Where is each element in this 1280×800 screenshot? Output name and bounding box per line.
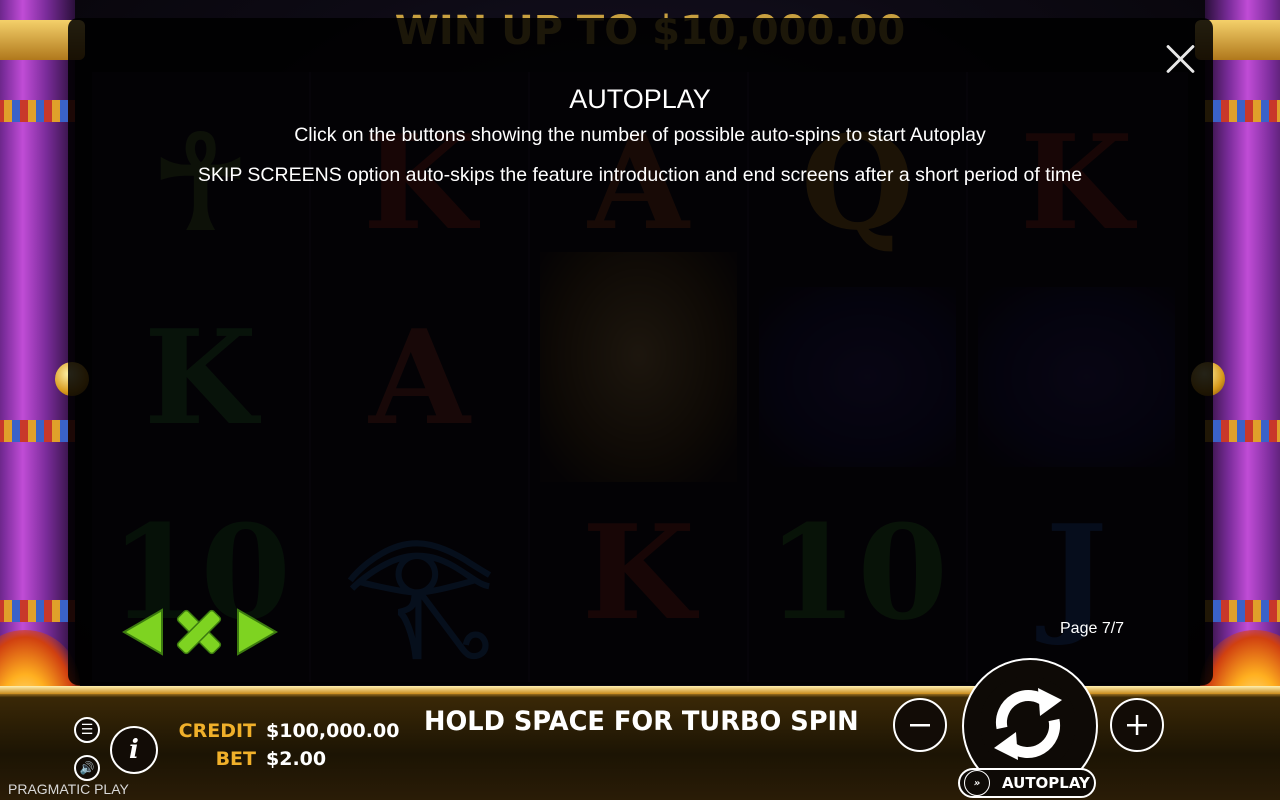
speaker-icon: 🔊 [79, 761, 95, 775]
brand-logo: PRAGMATIC PLAY [8, 781, 129, 797]
autoplay-label: AUTOPLAY [1002, 774, 1090, 792]
next-page-button[interactable] [236, 607, 280, 657]
left-arrow-icon [122, 608, 163, 656]
bet-label: BET [215, 748, 256, 770]
pillar-band [1205, 420, 1280, 442]
info-button[interactable]: i [110, 726, 158, 774]
spin-button[interactable] [980, 676, 1076, 772]
pillar-band [1205, 600, 1280, 622]
minus-icon [910, 724, 930, 727]
prev-page-button[interactable] [120, 607, 164, 657]
increase-bet-button[interactable] [1110, 698, 1164, 752]
help-title: AUTOPLAY [569, 84, 711, 114]
bet-value: $2.00 [266, 748, 327, 770]
pillar-band [0, 420, 75, 442]
spin-arrows-icon [994, 688, 1062, 760]
credit-value: $100,000.00 [266, 720, 400, 742]
turbo-spin-message: HOLD SPACE FOR TURBO SPIN [424, 706, 859, 737]
autoplay-icon: » [964, 770, 990, 796]
page-indicator: Page 7/7 [1060, 620, 1125, 637]
autoplay-button[interactable]: » AUTOPLAY [958, 768, 1096, 798]
help-text-line: Click on the buttons showing the number … [294, 124, 986, 146]
plus-icon [1127, 715, 1147, 735]
sound-button[interactable]: 🔊 [74, 755, 100, 781]
help-text-line: SKIP SCREENS option auto-skips the featu… [197, 164, 1083, 186]
menu-icon: ☰ [80, 722, 94, 738]
x-icon [176, 609, 222, 655]
menu-button[interactable]: ☰ [74, 717, 100, 743]
pillar-band [0, 600, 75, 622]
decrease-bet-button[interactable] [893, 698, 947, 752]
info-icon: i [129, 735, 139, 765]
close-help-button[interactable] [1157, 36, 1203, 82]
credit-label: CREDIT [178, 720, 256, 742]
close-help-x-button[interactable] [174, 607, 224, 657]
help-overlay [68, 18, 1213, 685]
right-arrow-icon [237, 608, 278, 656]
